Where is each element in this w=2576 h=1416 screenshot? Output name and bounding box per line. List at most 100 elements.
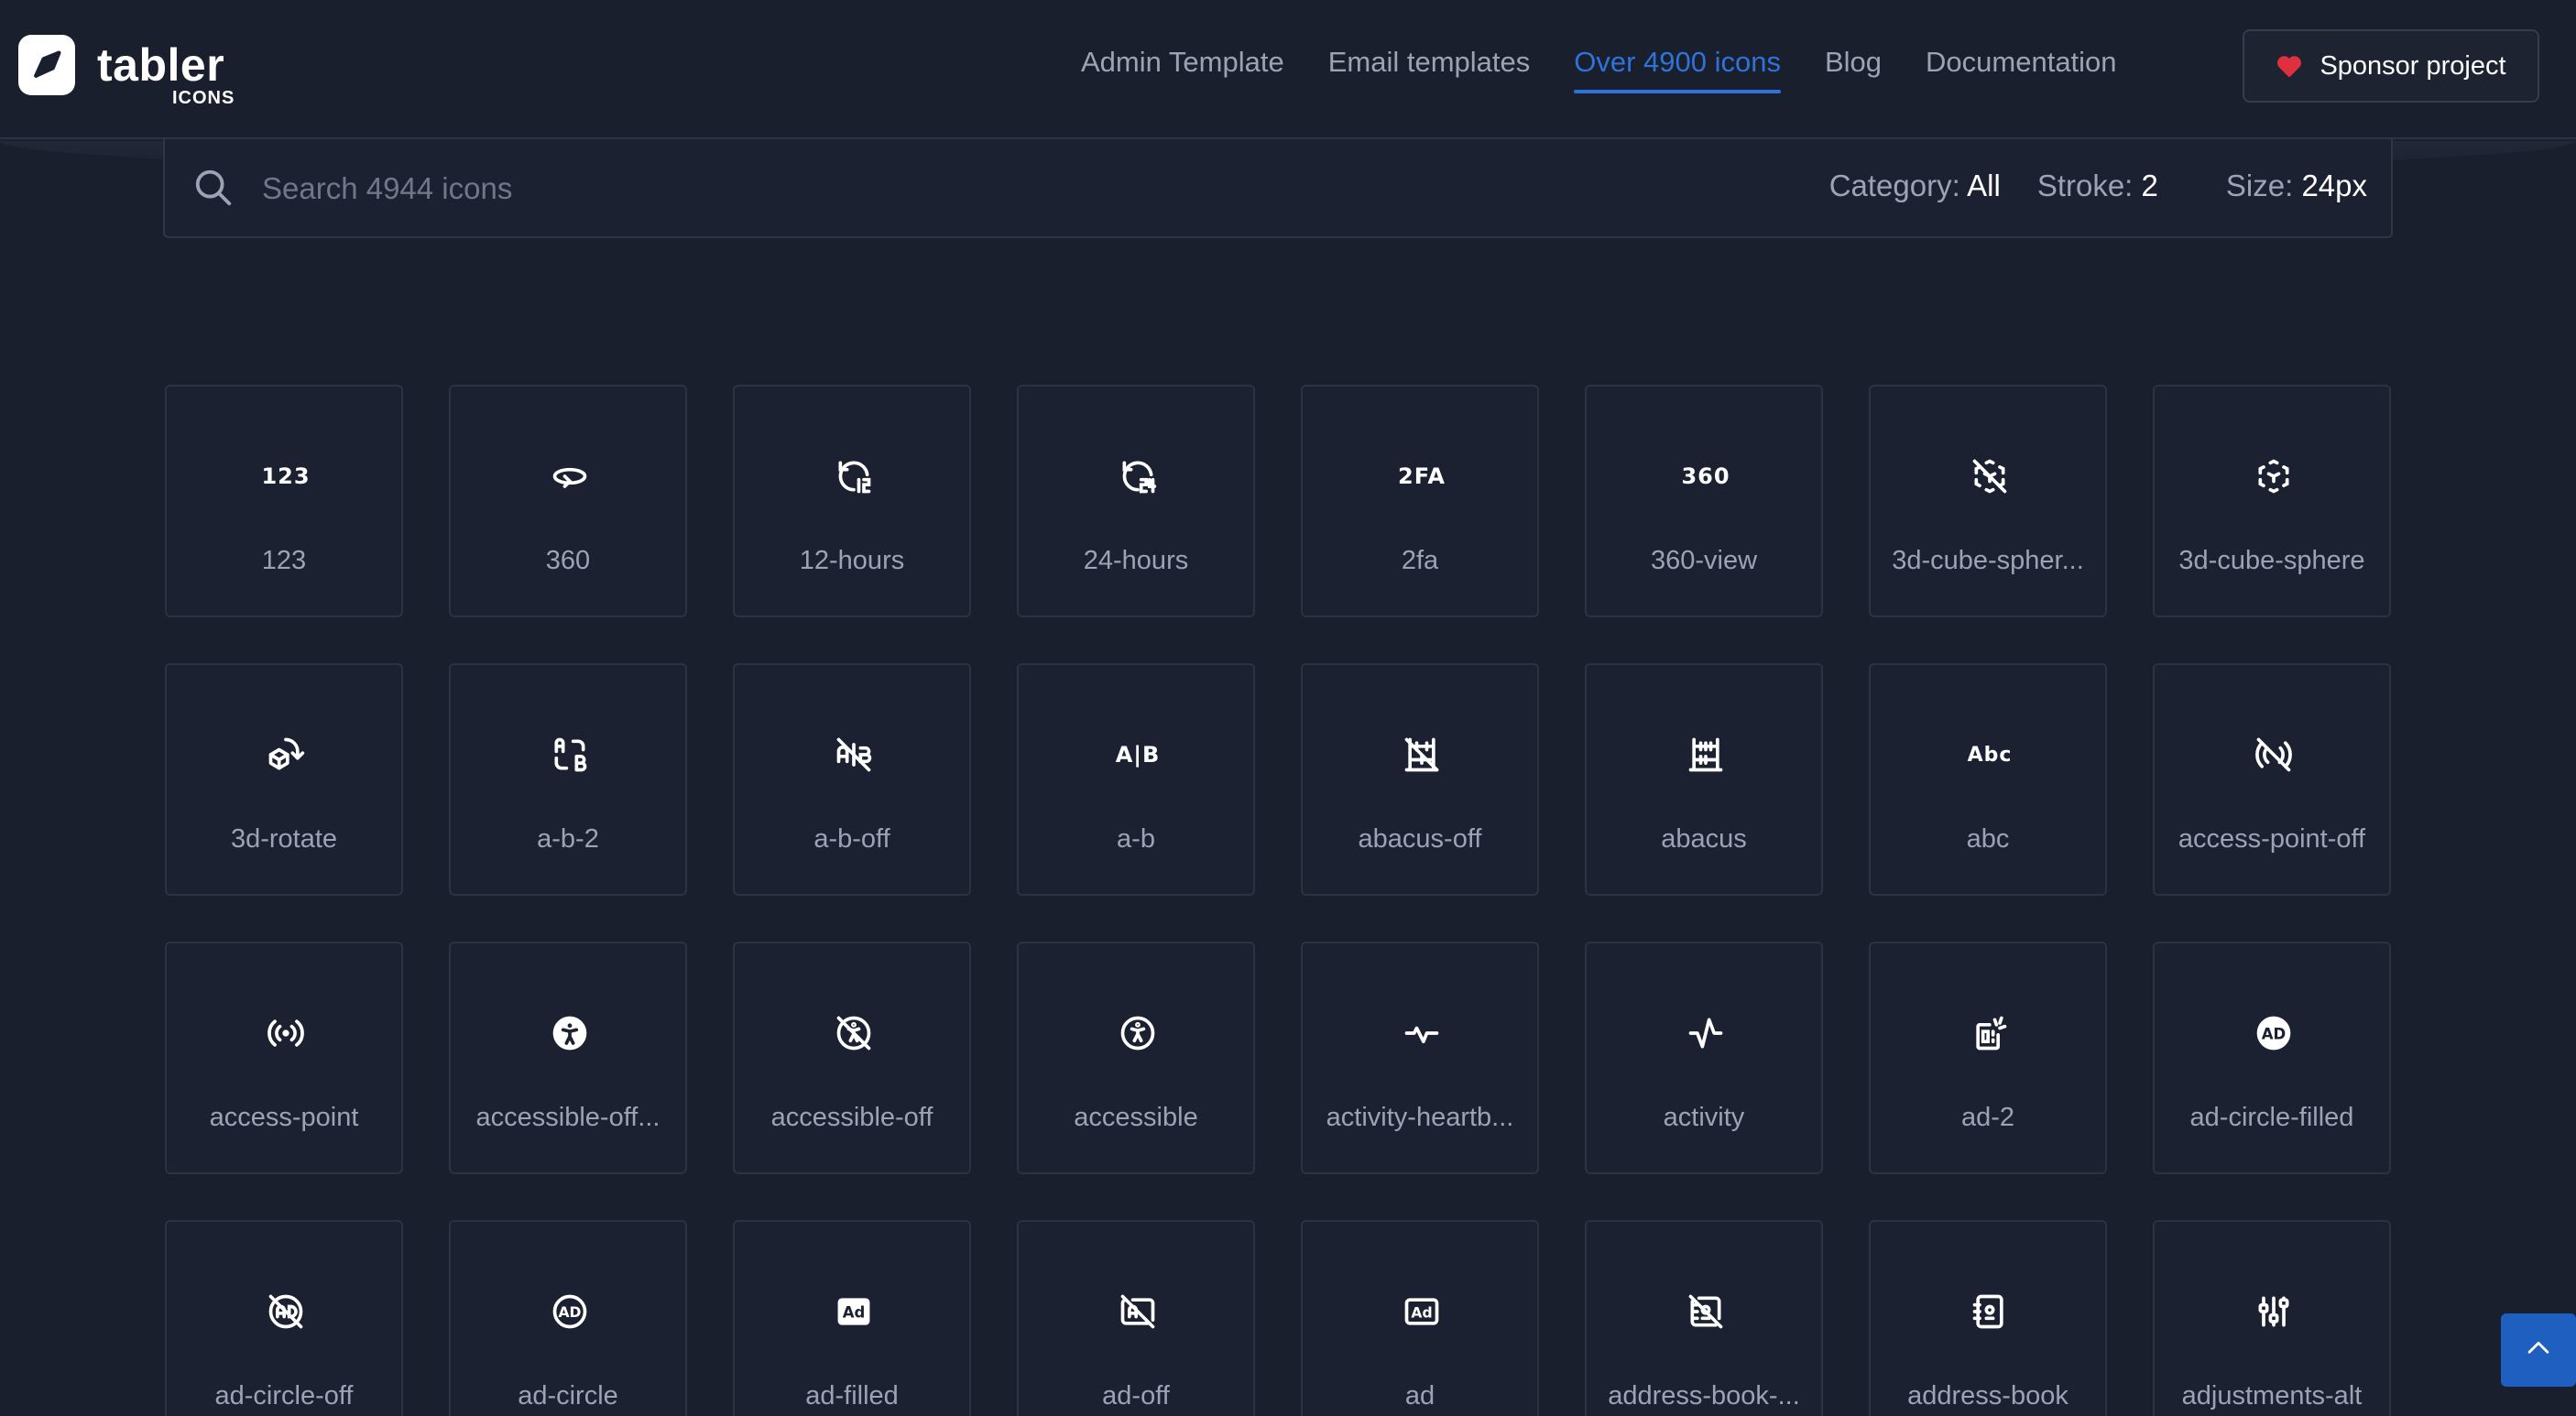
icon-card-a-b[interactable]: A|B a-b [1017, 663, 1255, 896]
icon-label: 3d-cube-sphere [2178, 546, 2365, 575]
abc-icon: Abc [1967, 735, 2013, 775]
address-book-icon [1970, 1291, 2010, 1332]
24-hours-icon [1118, 456, 1158, 496]
activity-icon [1686, 1013, 1726, 1053]
icon-glyph: Ad [1411, 1304, 1432, 1321]
360-icon [550, 456, 590, 496]
123-icon: 123 [261, 456, 309, 496]
icon-label: ad-circle-filled [2189, 1103, 2354, 1132]
icon-card-ad[interactable]: Ad ad [1301, 1220, 1539, 1416]
search-bar: Category: All Stroke: 2 Size: 24px [163, 139, 2393, 238]
3d-cube-sphere-icon [2254, 456, 2294, 496]
icon-card-12-hours[interactable]: 12-hours [733, 385, 971, 617]
size-value: 24px [2301, 169, 2367, 202]
search-icon [192, 167, 235, 213]
icon-label: ad-2 [1960, 1103, 2015, 1132]
nav-icons[interactable]: Over 4900 icons [1574, 46, 1781, 93]
icon-glyph: Ad [843, 1303, 866, 1321]
icon-glyph: Abc [1967, 743, 2013, 767]
ad-icon: Ad [1402, 1291, 1442, 1332]
icon-card-activity-heartbeat[interactable]: activity-heartb... [1301, 942, 1539, 1174]
icon-label: abacus-off [1358, 824, 1482, 854]
12-hours-icon [834, 456, 874, 496]
icon-label: abacus [1661, 824, 1747, 854]
ad-2-icon [1970, 1013, 2010, 1053]
abacus-off-icon [1402, 735, 1442, 775]
stroke-value: 2 [2141, 169, 2158, 202]
icon-card-address-book-off[interactable]: address-book-... [1585, 1220, 1823, 1416]
icon-label: access-point [209, 1103, 359, 1132]
brand-wordmark: tabler ICONS [97, 35, 271, 112]
icon-card-ad-2[interactable]: ad-2 [1869, 942, 2107, 1174]
icon-card-abacus-off[interactable]: abacus-off [1301, 663, 1539, 896]
icon-card-ad-circle-off[interactable]: ad-circle-off [165, 1220, 403, 1416]
icon-label: 3d-rotate [230, 824, 338, 854]
search-input[interactable] [262, 163, 1819, 214]
icon-card-accessible-off-filled[interactable]: accessible-off... [449, 942, 687, 1174]
icon-card-ad-off[interactable]: ad-off [1017, 1220, 1255, 1416]
icon-label: 24-hours [1083, 546, 1189, 575]
scroll-to-top-button[interactable] [2501, 1313, 2576, 1387]
category-filter[interactable]: Category: All [1829, 169, 2001, 203]
icon-card-a-b-off[interactable]: a-b-off [733, 663, 971, 896]
icon-label: a-b [1117, 824, 1155, 854]
icon-card-3d-cube-sphere[interactable]: 3d-cube-sphere [2153, 385, 2391, 617]
icon-card-3d-cube-sphere-off[interactable]: 3d-cube-spher... [1869, 385, 2107, 617]
accessible-icon [1118, 1013, 1158, 1053]
ad-circle-filled-icon: AD [2254, 1013, 2294, 1053]
icon-card-adjustments-alt[interactable]: adjustments-alt [2153, 1220, 2391, 1416]
icon-card-accessible-off[interactable]: accessible-off [733, 942, 971, 1174]
nav-email-templates[interactable]: Email templates [1328, 46, 1531, 93]
icon-label: address-book-... [1608, 1381, 1800, 1411]
icon-label: adjustments-alt [2181, 1381, 2363, 1411]
ad-off-icon [1118, 1291, 1158, 1332]
icon-card-accessible[interactable]: accessible [1017, 942, 1255, 1174]
2fa-icon: 2FA [1398, 456, 1445, 496]
icon-card-ad-circle-filled[interactable]: AD ad-circle-filled [2153, 942, 2391, 1174]
icon-card-a-b-2[interactable]: a-b-2 [449, 663, 687, 896]
icon-label: accessible [1074, 1103, 1198, 1132]
3d-cube-sphere-off-icon [1970, 456, 2010, 496]
icon-card-24-hours[interactable]: 24-hours [1017, 385, 1255, 617]
size-filter[interactable]: Size: 24px [2226, 169, 2367, 203]
icon-card-2fa[interactable]: 2FA 2fa [1301, 385, 1539, 617]
icon-label: accessible-off... [475, 1103, 660, 1132]
icon-label: activity-heartb... [1326, 1103, 1514, 1132]
stroke-filter[interactable]: Stroke: 2 [2037, 169, 2158, 203]
icon-card-3d-rotate[interactable]: 3d-rotate [165, 663, 403, 896]
icon-card-abacus[interactable]: abacus [1585, 663, 1823, 896]
icon-glyph: 360 [1681, 463, 1730, 489]
sponsor-label: Sponsor project [2319, 50, 2506, 81]
icon-card-activity[interactable]: activity [1585, 942, 1823, 1174]
ad-circle-off-icon [266, 1291, 306, 1332]
icon-card-access-point-off[interactable]: access-point-off [2153, 663, 2391, 896]
accessible-off-icon [834, 1013, 874, 1053]
icon-glyph: 2FA [1398, 463, 1446, 489]
nav-blog[interactable]: Blog [1825, 46, 1882, 93]
nav-admin-template[interactable]: Admin Template [1081, 46, 1284, 93]
icon-card-ad-circle[interactable]: AD ad-circle [449, 1220, 687, 1416]
icon-card-123[interactable]: 123 123 [165, 385, 403, 617]
icon-card-360-view[interactable]: 360 360-view [1585, 385, 1823, 617]
address-book-off-icon [1686, 1291, 1726, 1332]
abacus-icon [1686, 735, 1726, 775]
icon-card-address-book[interactable]: address-book [1869, 1220, 2107, 1416]
icon-label: a-b-2 [537, 824, 599, 854]
sponsor-button[interactable]: Sponsor project [2243, 29, 2539, 103]
3d-rotate-icon [266, 735, 306, 775]
top-header: tabler ICONS Admin Template Email templa… [0, 0, 2576, 139]
icon-glyph: AD [559, 1304, 582, 1321]
brand-logo[interactable]: tabler ICONS [18, 35, 271, 112]
icon-label: 2fa [1401, 546, 1439, 575]
icon-card-ad-filled[interactable]: Ad ad-filled [733, 1220, 971, 1416]
icon-card-360[interactable]: 360 [449, 385, 687, 617]
icon-card-access-point[interactable]: access-point [165, 942, 403, 1174]
main-nav: Admin Template Email templates Over 4900… [1081, 46, 2161, 93]
access-point-off-icon [2254, 735, 2294, 775]
ad-circle-icon: AD [550, 1291, 590, 1332]
icon-label: ad [1404, 1381, 1435, 1411]
icon-card-abc[interactable]: Abc abc [1869, 663, 2107, 896]
icon-glyph: 123 [261, 463, 311, 489]
icon-label: ad-circle [518, 1381, 618, 1411]
nav-documentation[interactable]: Documentation [1926, 46, 2117, 93]
